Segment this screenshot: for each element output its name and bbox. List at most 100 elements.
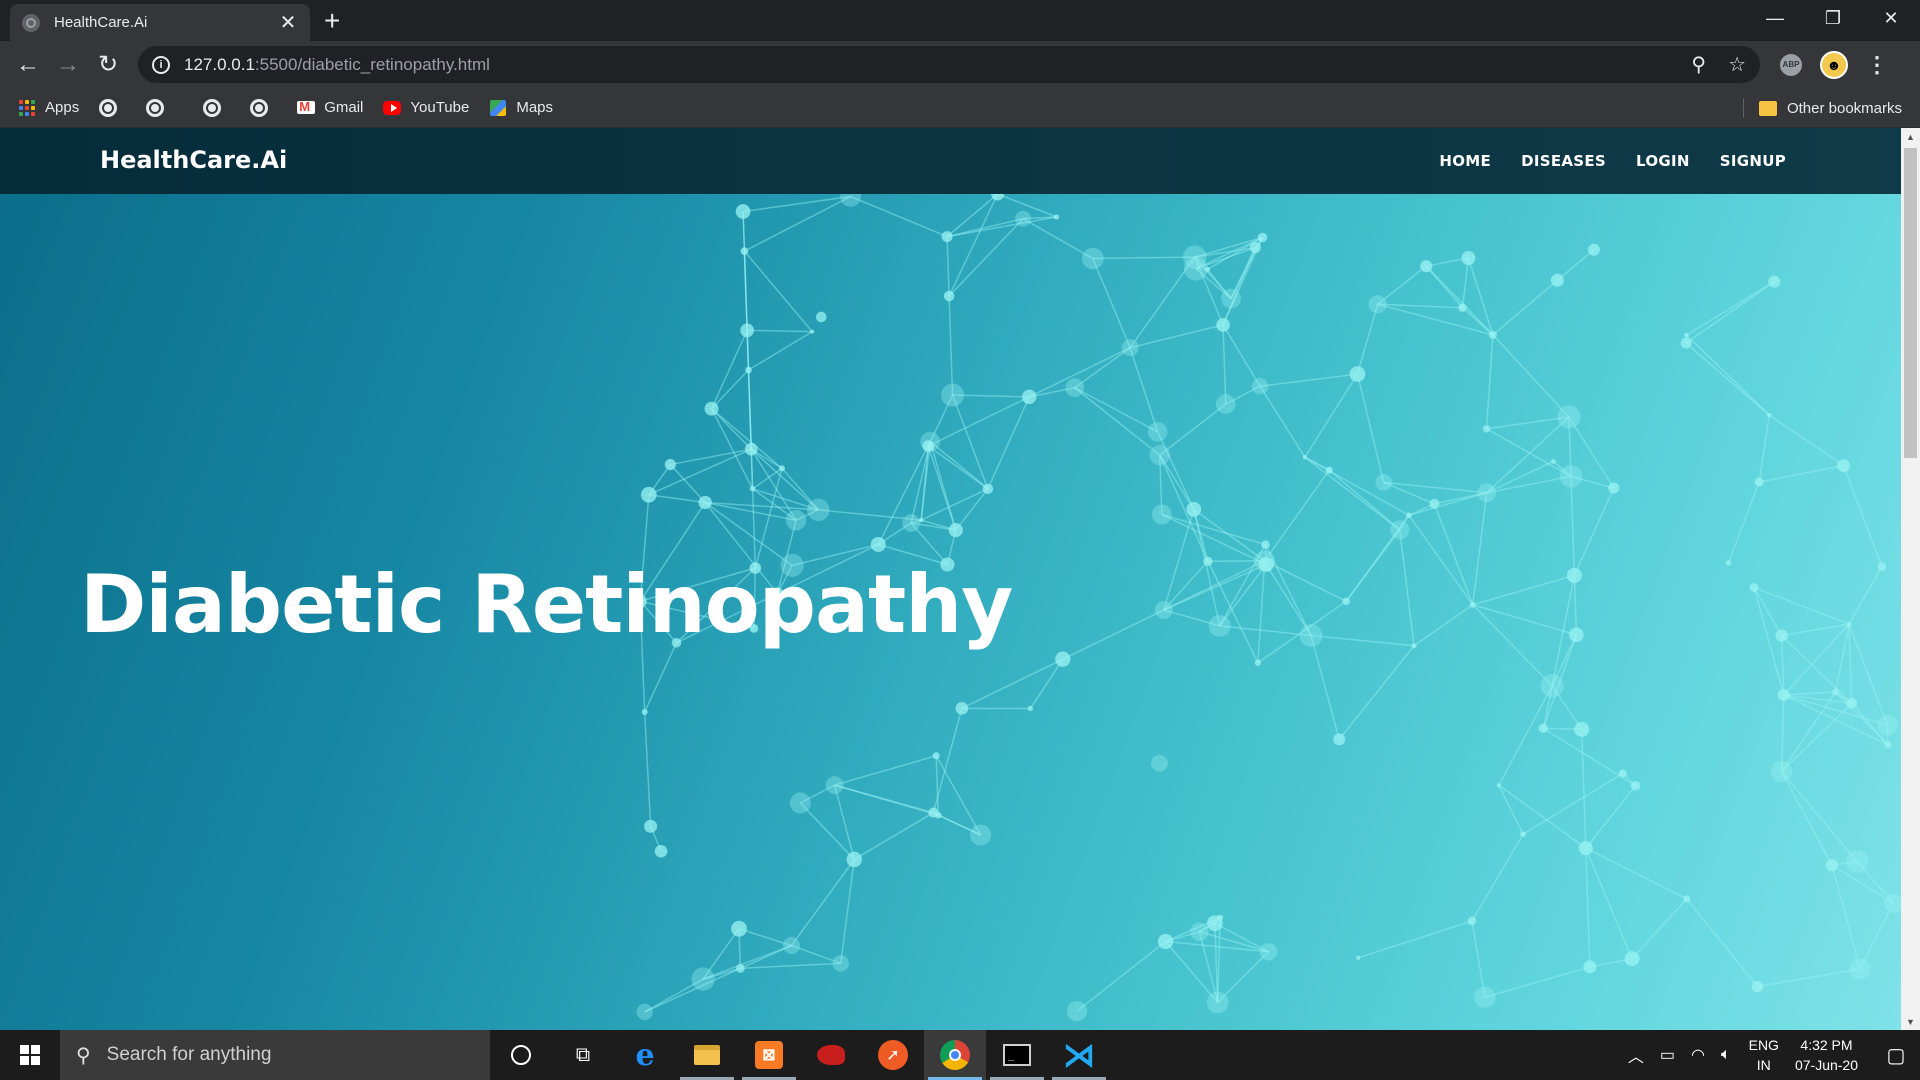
clock[interactable]: 4:32 PM 07-Jun-20 <box>1795 1035 1858 1075</box>
network-node <box>1488 330 1497 339</box>
network-link <box>1783 623 1850 696</box>
start-button[interactable] <box>0 1030 60 1080</box>
red-app-button[interactable] <box>800 1030 862 1080</box>
forward-button[interactable]: → <box>48 45 88 85</box>
close-tab-icon[interactable]: ✕ <box>278 10 298 35</box>
windows-taskbar: ⚲ Search for anything ⧉ e ⊠ ➚ _ ⋊ ︿ ▭ ◠ … <box>0 1030 1920 1080</box>
volume-icon[interactable]: 🔈︎ <box>1721 1046 1731 1064</box>
network-link <box>747 329 813 333</box>
browser-menu-icon[interactable]: ⋮ <box>1866 52 1888 78</box>
network-node <box>1458 303 1467 312</box>
network-link <box>1580 729 1587 849</box>
network-link <box>1472 574 1575 606</box>
network-link <box>1264 469 1330 562</box>
network-link <box>702 944 792 980</box>
bookmark-globe-4[interactable] <box>250 98 277 117</box>
nav-login[interactable]: LOGIN <box>1636 152 1690 170</box>
network-link <box>1433 503 1474 606</box>
bookmark-gmail[interactable]: Gmail <box>297 99 363 117</box>
chrome-button[interactable] <box>924 1030 986 1080</box>
zoom-icon[interactable]: ⚲ <box>1691 52 1706 77</box>
bookmark-apps[interactable]: Apps <box>18 99 79 117</box>
reload-button[interactable]: ↻ <box>88 45 128 85</box>
taskbar-search[interactable]: ⚲ Search for anything <box>60 1030 490 1080</box>
restore-button[interactable]: ❐ <box>1804 0 1862 36</box>
network-link <box>1834 623 1850 693</box>
bookmark-globe-1[interactable] <box>99 98 126 117</box>
other-bookmarks[interactable]: Other bookmarks <box>1758 88 1902 128</box>
other-bookmarks-label: Other bookmarks <box>1786 99 1902 117</box>
network-node <box>1208 614 1231 637</box>
nav-home[interactable]: HOME <box>1439 152 1491 170</box>
bookmark-youtube[interactable]: YouTube <box>383 99 469 117</box>
network-node <box>1411 643 1417 649</box>
network-node <box>825 776 844 795</box>
globe-icon <box>146 98 165 117</box>
network-node <box>1206 991 1229 1014</box>
network-node <box>1342 597 1350 606</box>
bookmark-star-icon[interactable]: ☆ <box>1728 52 1746 77</box>
network-node <box>1520 831 1526 838</box>
page-scrollbar[interactable]: ▲ ▼ <box>1901 128 1920 1030</box>
network-link <box>1486 416 1570 494</box>
network-node <box>1574 721 1590 737</box>
network-node <box>1203 556 1213 566</box>
network-link <box>1408 492 1487 516</box>
network-node <box>782 936 801 955</box>
network-node <box>1583 960 1597 974</box>
network-node <box>1147 421 1168 442</box>
tab-title: HealthCare.Ai <box>54 14 148 31</box>
xampp-button[interactable]: ⊠ <box>738 1030 800 1080</box>
scroll-down-icon[interactable]: ▼ <box>1901 1013 1920 1030</box>
profile-avatar-icon[interactable]: ☻ <box>1820 50 1848 79</box>
back-button[interactable]: ← <box>8 45 48 85</box>
scroll-up-icon[interactable]: ▲ <box>1901 128 1920 145</box>
network-node <box>1768 275 1781 288</box>
bookmark-maps[interactable]: Maps <box>489 99 553 117</box>
terminal-button[interactable]: _ <box>986 1030 1048 1080</box>
taskbar-apps: ⧉ e ⊠ ➚ _ ⋊ <box>490 1030 1110 1080</box>
network-link <box>1685 334 1770 416</box>
minimize-button[interactable]: — <box>1746 0 1804 36</box>
file-explorer-button[interactable] <box>676 1030 738 1080</box>
scrollbar-thumb[interactable] <box>1904 148 1917 458</box>
close-window-button[interactable]: ✕ <box>1862 0 1920 36</box>
network-link <box>744 195 851 252</box>
network-node <box>1149 444 1170 466</box>
bookmark-globe-3[interactable] <box>203 98 230 117</box>
bookmark-globe-2[interactable] <box>146 98 173 117</box>
nav-diseases[interactable]: DISEASES <box>1521 152 1606 170</box>
network-node <box>1587 243 1600 256</box>
notifications-icon[interactable]: ▢ <box>1872 1030 1920 1080</box>
adblock-plus-icon[interactable]: ABP <box>1780 53 1802 76</box>
address-bar[interactable]: i 127.0.0.1:5500/diabetic_retinopathy.ht… <box>138 46 1760 83</box>
task-view-button[interactable]: ⧉ <box>552 1030 614 1080</box>
wifi-icon[interactable]: ◠ <box>1691 1045 1705 1065</box>
network-link <box>1310 634 1415 647</box>
info-icon[interactable]: i <box>152 55 170 74</box>
network-node <box>1121 339 1139 357</box>
globe-icon <box>250 98 269 117</box>
window-controls: — ❐ ✕ <box>1746 0 1920 36</box>
network-node <box>1066 1000 1088 1022</box>
edge-button[interactable]: e <box>614 1030 676 1080</box>
cortana-button[interactable] <box>490 1030 552 1080</box>
network-node <box>1684 332 1689 338</box>
chevron-up-icon[interactable]: ︿ <box>1628 1043 1644 1067</box>
network-link <box>710 330 748 409</box>
network-node <box>870 536 886 552</box>
nav-signup[interactable]: SIGNUP <box>1720 152 1786 170</box>
network-link <box>1686 898 1759 987</box>
browser-tab[interactable]: HealthCare.Ai ✕ <box>10 4 310 41</box>
language-indicator[interactable]: ENG IN <box>1749 1035 1779 1075</box>
postman-button[interactable]: ➚ <box>862 1030 924 1080</box>
network-link <box>961 658 1064 710</box>
vscode-button[interactable]: ⋊ <box>1048 1030 1110 1080</box>
network-link <box>1222 324 1261 387</box>
battery-icon[interactable]: ▭ <box>1660 1045 1675 1065</box>
extensions-area: ABP ☻ ⋮ <box>1780 46 1888 83</box>
network-link <box>748 330 813 371</box>
site-brand[interactable]: HealthCare.Ai <box>100 146 287 174</box>
new-tab-button[interactable]: + <box>324 6 340 36</box>
network-node <box>1482 425 1491 433</box>
